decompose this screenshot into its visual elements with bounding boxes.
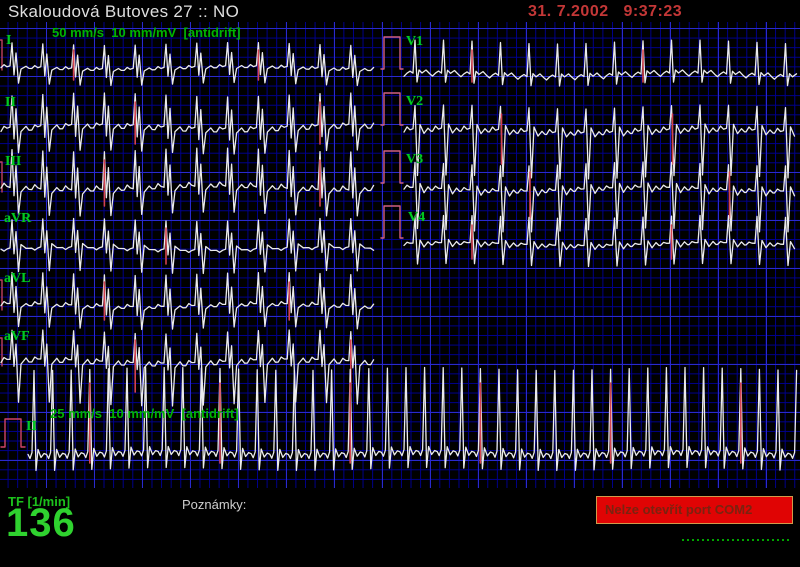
dotted-indicator-line — [682, 539, 792, 541]
heart-rate-value: 136 — [6, 503, 76, 543]
speed-settings-bottom: 25 mm/s 10 mm/mV [antidrift] — [50, 406, 239, 421]
error-dialog[interactable]: Nelze otevřít port COM2 — [596, 496, 793, 524]
patient-title: Skaloudová Butoves 27 :: NO — [8, 2, 239, 22]
title-bar: Skaloudová Butoves 27 :: NO 31. 7.2002 9… — [0, 0, 800, 22]
notes-label: Poznámky: — [182, 497, 246, 512]
ecg-app-window: Skaloudová Butoves 27 :: NO 31. 7.2002 9… — [0, 0, 800, 567]
ecg-traces — [0, 0, 800, 567]
error-message: Nelze otevřít port COM2 — [597, 497, 792, 517]
speed-settings-top: 50 mm/s 10 mm/mV [antidrift] — [52, 25, 241, 40]
datetime: 31. 7.2002 9:37:23 — [528, 3, 682, 21]
